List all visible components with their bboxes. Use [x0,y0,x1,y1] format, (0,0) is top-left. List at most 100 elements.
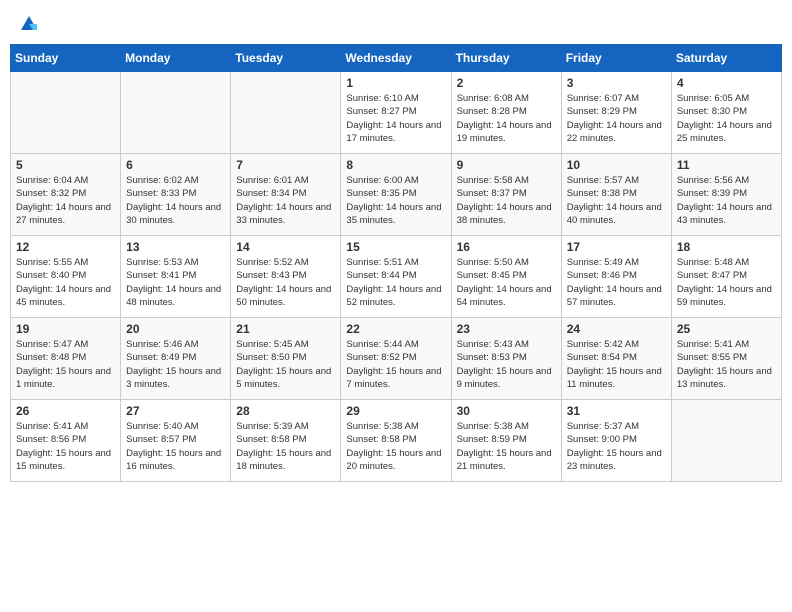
day-number: 6 [126,158,225,172]
day-info: Sunrise: 5:48 AMSunset: 8:47 PMDaylight:… [677,256,776,309]
column-header-tuesday: Tuesday [231,45,341,72]
calendar-cell: 4 Sunrise: 6:05 AMSunset: 8:30 PMDaylight… [671,72,781,154]
day-number: 31 [567,404,666,418]
week-row-5: 26Sunrise: 5:41 AMSunset: 8:56 PMDayligh… [11,400,782,482]
day-info: Sunrise: 5:49 AMSunset: 8:46 PMDaylight:… [567,256,666,309]
day-info: Sunrise: 5:44 AMSunset: 8:52 PMDaylight:… [346,338,445,391]
calendar-cell: 9 Sunrise: 5:58 AMSunset: 8:37 PMDaylight… [451,154,561,236]
day-info: Sunrise: 5:52 AMSunset: 8:43 PMDaylight:… [236,256,335,309]
calendar-cell: 1Sunrise: 6:10 AMSunset: 8:27 PMDaylight… [341,72,451,154]
day-number: 24 [567,322,666,336]
day-info: Sunrise: 5:38 AMSunset: 8:59 PMDaylight:… [457,420,556,473]
day-info: Sunrise: 5:38 AMSunset: 8:58 PMDaylight:… [346,420,445,473]
day-number: 17 [567,240,666,254]
day-info: Sunrise: 6:04 AMSunset: 8:32 PMDaylight:… [16,174,115,227]
day-number: 14 [236,240,335,254]
calendar-cell: 16 Sunrise: 5:50 AMSunset: 8:45 PMDayligh… [451,236,561,318]
day-info: Sunrise: 5:43 AMSunset: 8:53 PMDaylight:… [457,338,556,391]
calendar-cell: 23 Sunrise: 5:43 AMSunset: 8:53 PMDayligh… [451,318,561,400]
day-number: 13 [126,240,225,254]
day-info: Sunrise: 6:01 AMSunset: 8:34 PMDaylight:… [236,174,335,227]
column-header-friday: Friday [561,45,671,72]
calendar-cell: 30 Sunrise: 5:38 AMSunset: 8:59 PMDayligh… [451,400,561,482]
page-header [10,10,782,36]
day-info: Sunrise: 6:05 AMSunset: 8:30 PMDaylight:… [677,92,776,145]
calendar-cell: 10Sunrise: 5:57 AMSunset: 8:38 PMDayligh… [561,154,671,236]
day-info: Sunrise: 5:45 AMSunset: 8:50 PMDaylight:… [236,338,335,391]
header-row: SundayMondayTuesdayWednesdayThursdayFrid… [11,45,782,72]
day-info: Sunrise: 5:39 AMSunset: 8:58 PMDaylight:… [236,420,335,473]
calendar-cell: 17 Sunrise: 5:49 AMSunset: 8:46 PMDayligh… [561,236,671,318]
day-number: 21 [236,322,335,336]
day-number: 12 [16,240,115,254]
day-info: Sunrise: 6:02 AMSunset: 8:33 PMDaylight:… [126,174,225,227]
calendar-cell: 24 Sunrise: 5:42 AMSunset: 8:54 PMDayligh… [561,318,671,400]
day-info: Sunrise: 6:08 AMSunset: 8:28 PMDaylight:… [457,92,556,145]
calendar-cell: 8 Sunrise: 6:00 AMSunset: 8:35 PMDaylight… [341,154,451,236]
day-info: Sunrise: 5:58 AMSunset: 8:37 PMDaylight:… [457,174,556,227]
week-row-1: 1Sunrise: 6:10 AMSunset: 8:27 PMDaylight… [11,72,782,154]
day-number: 23 [457,322,556,336]
day-info: Sunrise: 6:07 AMSunset: 8:29 PMDaylight:… [567,92,666,145]
day-number: 2 [457,76,556,90]
calendar-cell [671,400,781,482]
calendar-cell: 25 Sunrise: 5:41 AMSunset: 8:55 PMDayligh… [671,318,781,400]
day-info: Sunrise: 5:46 AMSunset: 8:49 PMDaylight:… [126,338,225,391]
calendar-cell: 19 Sunrise: 5:47 AMSunset: 8:48 PMDayligh… [11,318,121,400]
calendar-cell: 29 Sunrise: 5:38 AMSunset: 8:58 PMDayligh… [341,400,451,482]
day-info: Sunrise: 5:51 AMSunset: 8:44 PMDaylight:… [346,256,445,309]
day-number: 28 [236,404,335,418]
day-number: 27 [126,404,225,418]
day-info: Sunrise: 5:41 AMSunset: 8:55 PMDaylight:… [677,338,776,391]
calendar-cell [11,72,121,154]
day-info: Sunrise: 5:56 AMSunset: 8:39 PMDaylight:… [677,174,776,227]
calendar-cell: 26Sunrise: 5:41 AMSunset: 8:56 PMDayligh… [11,400,121,482]
logo [18,14,40,32]
day-number: 5 [16,158,115,172]
calendar-cell: 22Sunrise: 5:44 AMSunset: 8:52 PMDayligh… [341,318,451,400]
day-number: 8 [346,158,445,172]
calendar-cell: 3 Sunrise: 6:07 AMSunset: 8:29 PMDaylight… [561,72,671,154]
day-info: Sunrise: 6:00 AMSunset: 8:35 PMDaylight:… [346,174,445,227]
day-info: Sunrise: 5:55 AMSunset: 8:40 PMDaylight:… [16,256,115,309]
calendar-cell: 31 Sunrise: 5:37 AMSunset: 9:00 PMDayligh… [561,400,671,482]
column-header-wednesday: Wednesday [341,45,451,72]
day-number: 9 [457,158,556,172]
calendar-cell: 13Sunrise: 5:53 AMSunset: 8:41 PMDayligh… [121,236,231,318]
day-number: 11 [677,158,776,172]
day-info: Sunrise: 5:37 AMSunset: 9:00 PMDaylight:… [567,420,666,473]
calendar-cell: 7 Sunrise: 6:01 AMSunset: 8:34 PMDaylight… [231,154,341,236]
logo-icon [19,14,39,32]
day-number: 16 [457,240,556,254]
column-header-sunday: Sunday [11,45,121,72]
calendar-cell: 12 Sunrise: 5:55 AMSunset: 8:40 PMDayligh… [11,236,121,318]
calendar-cell: 2 Sunrise: 6:08 AMSunset: 8:28 PMDaylight… [451,72,561,154]
week-row-4: 19 Sunrise: 5:47 AMSunset: 8:48 PMDayligh… [11,318,782,400]
calendar-cell: 14 Sunrise: 5:52 AMSunset: 8:43 PMDayligh… [231,236,341,318]
day-info: Sunrise: 5:40 AMSunset: 8:57 PMDaylight:… [126,420,225,473]
day-number: 19 [16,322,115,336]
day-number: 30 [457,404,556,418]
day-number: 25 [677,322,776,336]
column-header-thursday: Thursday [451,45,561,72]
day-number: 10 [567,158,666,172]
day-info: Sunrise: 5:42 AMSunset: 8:54 PMDaylight:… [567,338,666,391]
day-number: 3 [567,76,666,90]
day-number: 18 [677,240,776,254]
day-number: 7 [236,158,335,172]
calendar-cell: 28 Sunrise: 5:39 AMSunset: 8:58 PMDayligh… [231,400,341,482]
day-number: 26 [16,404,115,418]
day-number: 4 [677,76,776,90]
day-number: 20 [126,322,225,336]
day-number: 15 [346,240,445,254]
calendar-cell: 15 Sunrise: 5:51 AMSunset: 8:44 PMDayligh… [341,236,451,318]
column-header-saturday: Saturday [671,45,781,72]
day-number: 29 [346,404,445,418]
calendar-cell: 27 Sunrise: 5:40 AMSunset: 8:57 PMDayligh… [121,400,231,482]
calendar-cell [121,72,231,154]
day-info: Sunrise: 5:50 AMSunset: 8:45 PMDaylight:… [457,256,556,309]
day-info: Sunrise: 5:47 AMSunset: 8:48 PMDaylight:… [16,338,115,391]
calendar-cell [231,72,341,154]
calendar-cell: 21 Sunrise: 5:45 AMSunset: 8:50 PMDayligh… [231,318,341,400]
calendar-cell: 11 Sunrise: 5:56 AMSunset: 8:39 PMDayligh… [671,154,781,236]
